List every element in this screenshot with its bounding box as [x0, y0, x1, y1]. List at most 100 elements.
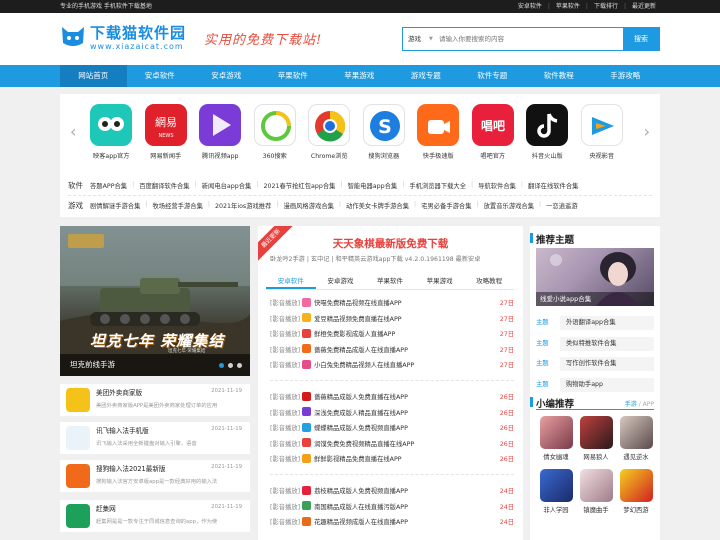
software-category-link[interactable]: 翻译在线软件合集: [528, 181, 578, 190]
tab-guides[interactable]: 攻略教程: [464, 274, 514, 289]
news-title[interactable]: 美团外卖商家版: [96, 387, 142, 397]
top-link-latest[interactable]: 最近更新: [632, 0, 656, 13]
list-item[interactable]: [影音播放] 鲜鲜影视精品免费直播在线APP 26日: [270, 452, 514, 468]
list-item-title[interactable]: 蔷薇免费精品成版人在线直播APP: [314, 347, 408, 354]
topic-item[interactable]: 主题 购物助手app: [536, 377, 654, 392]
software-category-link[interactable]: 导航软件合集: [478, 181, 516, 190]
nav-game-guides[interactable]: 手游攻略: [592, 65, 659, 87]
topic-item[interactable]: 主题 外语翻译app合集: [536, 316, 654, 330]
game-category-link[interactable]: 2021年ios游戏推荐: [215, 201, 271, 210]
list-item-title[interactable]: 蝶蝶精品成版人免费视频直播APP: [314, 425, 408, 432]
list-item[interactable]: [影音播放] 快喵免费精品视频在线直播APP 27日: [270, 296, 514, 312]
list-item-tag[interactable]: [影音播放]: [270, 362, 300, 369]
list-item[interactable]: [影音播放] 荔枝精品成版人免费视频直播APP 24日: [270, 484, 514, 500]
list-item-tag[interactable]: [影音播放]: [270, 441, 300, 448]
hero-banner[interactable]: 坦克七年 荣耀集结 坦克七年·荣耀集结 坦克前线手游: [60, 226, 250, 376]
list-item-tag[interactable]: [影音播放]: [270, 347, 300, 354]
game-category-link[interactable]: 动作美女卡牌手游合集: [346, 201, 409, 210]
topic-link[interactable]: 写作创作软件合集: [560, 357, 654, 371]
top-link-apple-software[interactable]: 苹果软件: [556, 0, 580, 13]
list-item-title[interactable]: 鲜橙免费影视成版人直播APP: [314, 331, 395, 338]
list-item[interactable]: [影音播放] 蔷薇免费精品成版人在线直播APP 27日: [270, 343, 514, 359]
tab-android-games[interactable]: 安卓游戏: [316, 274, 366, 289]
carousel-app[interactable]: 映客app官方: [84, 102, 139, 160]
list-item[interactable]: [影音播放] 深浅免费成版人精品直播在线APP 26日: [270, 406, 514, 422]
list-item-tag[interactable]: [影音播放]: [270, 331, 300, 338]
list-item-title[interactable]: 小白兔免费精品视频人在线直播APP: [314, 362, 414, 369]
list-item-tag[interactable]: [影音播放]: [270, 456, 300, 463]
carousel-app[interactable]: 唱吧 唱吧官方: [466, 102, 521, 160]
top-link-android-software[interactable]: 安卓软件: [518, 0, 542, 13]
game-category-link[interactable]: 放置音乐游戏合集: [484, 201, 534, 210]
news-item[interactable]: 赶集网 赶集网是是一款专注于同城信息查询的app，作为使 2021-11-19: [60, 500, 250, 532]
list-item-tag[interactable]: [影音播放]: [270, 504, 300, 511]
list-item-title[interactable]: 蔷薇精品成版人免费直播在线APP: [314, 394, 408, 401]
software-category-link[interactable]: 答题APP合集: [90, 181, 127, 190]
hero-dot-1[interactable]: [219, 363, 224, 368]
game-item[interactable]: 非人学园: [536, 469, 576, 514]
list-item-title[interactable]: 快喵免费精品视频在线直播APP: [314, 300, 401, 307]
software-category-link[interactable]: 2021春节抢红包app合集: [263, 181, 335, 190]
list-item-tag[interactable]: [影音播放]: [270, 410, 300, 417]
software-category-link[interactable]: 百度翻译软件合集: [139, 181, 189, 190]
search-input[interactable]: [439, 32, 619, 46]
site-logo[interactable]: 下载猫软件园 www.xiazaicat.com: [60, 21, 200, 57]
news-title[interactable]: 讯飞输入法手机版: [96, 425, 149, 435]
game-category-link[interactable]: 牧场经营手游合集: [153, 201, 203, 210]
carousel-app[interactable]: 網易 NEWS 网易新闻手: [139, 102, 194, 160]
topic-link[interactable]: 外语翻译app合集: [560, 316, 654, 330]
news-item[interactable]: 讯飞输入法手机版 讯飞输入法采用全新键盘对输入引擎，语音 2021-11-19: [60, 422, 250, 454]
nav-software-topics[interactable]: 软件专题: [459, 65, 526, 87]
list-item-title[interactable]: 润馍免费免费视频精品直播在线APP: [314, 441, 414, 448]
list-item-tag[interactable]: [影音播放]: [270, 519, 300, 526]
top-link-ranking[interactable]: 下载排行: [594, 0, 618, 13]
carousel-app[interactable]: Chrome浏览: [302, 102, 357, 160]
hero-dot-3[interactable]: [237, 363, 242, 368]
tab-android-software[interactable]: 安卓软件: [266, 274, 316, 289]
search-category-select[interactable]: 游戏 ▼: [403, 28, 437, 50]
carousel-app[interactable]: 快手极速版: [411, 102, 466, 160]
list-item-tag[interactable]: [影音播放]: [270, 488, 300, 495]
game-category-link[interactable]: 剧情解谜手游合集: [90, 201, 140, 210]
list-item-title[interactable]: 南国精品成版人在线直播污版APP: [314, 504, 408, 511]
game-item[interactable]: 梦幻西游: [616, 469, 656, 514]
nav-software-tutorials[interactable]: 软件教程: [526, 65, 593, 87]
list-item[interactable]: [影音播放] 爱豆精品视频免费直播在线APP 27日: [270, 312, 514, 328]
list-item-tag[interactable]: [影音播放]: [270, 300, 300, 307]
list-item-tag[interactable]: [影音播放]: [270, 425, 300, 432]
list-item-tag[interactable]: [影音播放]: [270, 394, 300, 401]
game-item[interactable]: 遇见逆水: [616, 416, 656, 461]
topic-item[interactable]: 主题 写作创作软件合集: [536, 357, 654, 371]
list-item[interactable]: [影音播放] 花趣精品视频成版人在线直播APP 24日: [270, 515, 514, 531]
game-item[interactable]: 倩女幽魂: [536, 416, 576, 461]
carousel-next-button[interactable]: ›: [644, 122, 650, 141]
software-category-link[interactable]: 手机浏览器下载大全: [409, 181, 466, 190]
list-item-title[interactable]: 爱豆精品视频免费直播在线APP: [314, 316, 401, 323]
carousel-app[interactable]: 360搜索: [248, 102, 303, 160]
list-item-tag[interactable]: [影音播放]: [270, 316, 300, 323]
game-item[interactable]: 镇魔曲手: [576, 469, 616, 514]
search-button[interactable]: 搜索: [623, 28, 659, 50]
list-item-title[interactable]: 鲜鲜影视精品免费直播在线APP: [314, 456, 401, 463]
topic-link[interactable]: 购物助手app: [560, 377, 654, 392]
game-category-link[interactable]: 宅男必备手游合集: [421, 201, 471, 210]
list-item-title[interactable]: 深浅免费成版人精品直播在线APP: [314, 410, 408, 417]
nav-apple-software[interactable]: 苹果软件: [260, 65, 327, 87]
topic-item[interactable]: 主题 类似特推软件合集: [536, 336, 654, 351]
news-title[interactable]: 搜狗输入法2021最新版: [96, 463, 166, 473]
news-item[interactable]: 搜狗输入法2021最新版 搜狗输入法官方安卓版app是一款经典好用的输入法 20…: [60, 460, 250, 492]
list-item[interactable]: [影音播放] 润馍免费免费视频精品直播在线APP 26日: [270, 437, 514, 453]
carousel-app[interactable]: 腾讯视频app: [193, 102, 248, 160]
editor-more-apps[interactable]: APP: [643, 401, 654, 408]
carousel-prev-button[interactable]: ‹: [70, 122, 76, 141]
nav-android-games[interactable]: 安卓游戏: [193, 65, 260, 87]
list-item-title[interactable]: 花趣精品视频成版人在线直播APP: [314, 519, 408, 526]
carousel-app[interactable]: 央视影音: [575, 102, 630, 160]
recommend-image[interactable]: 线爱小说app合集: [536, 248, 654, 306]
list-item-title[interactable]: 荔枝精品成版人免费视频直播APP: [314, 488, 408, 495]
topic-link[interactable]: 类似特推软件合集: [560, 336, 654, 351]
list-item[interactable]: [影音播放] 南国精品成版人在线直播污版APP 24日: [270, 500, 514, 516]
list-item[interactable]: [影音播放] 蝶蝶精品成版人免费视频直播APP 26日: [270, 421, 514, 437]
carousel-app[interactable]: 抖音火山版: [520, 102, 575, 160]
list-item[interactable]: [影音播放] 小白兔免费精品视频人在线直播APP 27日: [270, 358, 514, 374]
